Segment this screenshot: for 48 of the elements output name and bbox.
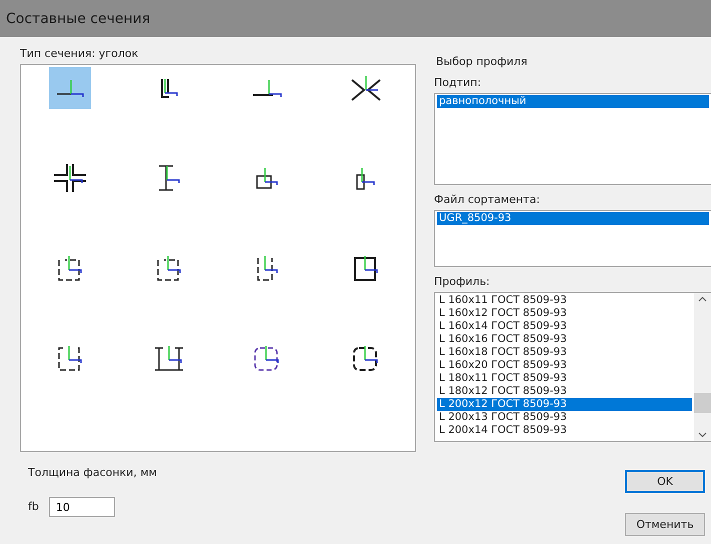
- section-tile[interactable]: [49, 67, 92, 109]
- list-box[interactable]: [434, 292, 711, 442]
- section-shape-icon: [356, 166, 376, 190]
- list-item[interactable]: L 160x18 ГОСТ 8509-93: [437, 346, 692, 359]
- list-box[interactable]: UGR_8509-93: [434, 210, 711, 267]
- window-title: Составные сечения: [6, 10, 150, 26]
- section-shape-icon: [350, 75, 381, 101]
- list-item[interactable]: L 160x16 ГОСТ 8509-93: [437, 333, 692, 346]
- section-shape-icon: [254, 345, 280, 371]
- profile-label: Профиль:: [434, 275, 491, 288]
- thickness-field[interactable]: 10: [48, 497, 115, 517]
- ok-button[interactable]: OK: [625, 470, 705, 493]
- list-item[interactable]: L 200x13 ГОСТ 8509-93: [437, 411, 692, 424]
- list-item[interactable]: L 160x14 ГОСТ 8509-93: [437, 320, 692, 333]
- list-item[interactable]: L 200x14 ГОСТ 8509-93: [437, 424, 692, 437]
- list-item[interactable]: L 180x11 ГОСТ 8509-93: [437, 372, 692, 385]
- scroll-thumb[interactable]: [694, 393, 711, 413]
- scroll-up-icon[interactable]: [698, 296, 707, 302]
- section-shape-icon: [154, 345, 184, 371]
- section-shape-icon: [58, 345, 82, 371]
- scroll-down-icon[interactable]: [698, 432, 707, 438]
- section-shape-icon: [158, 165, 180, 191]
- file-label: Файл сортамента:: [434, 193, 541, 206]
- section-shape-icon: [56, 78, 84, 98]
- list-item[interactable]: UGR_8509-93: [437, 212, 709, 225]
- section-shape-icon: [53, 163, 88, 193]
- section-shape-icon: [256, 167, 278, 189]
- group-title: Выбор профиля: [436, 55, 528, 68]
- section-shape-icon: [256, 255, 278, 281]
- section-type-label: Тип сечения: уголок: [20, 47, 140, 60]
- subtype-label: Подтип:: [434, 76, 482, 89]
- field-label: fb: [28, 500, 39, 512]
- section-shape-icon: [156, 255, 181, 281]
- list-item[interactable]: равнополочный: [437, 95, 709, 108]
- gusset-label: Толщина фасонки, мм: [28, 466, 157, 479]
- scroll-bar[interactable]: [694, 293, 711, 441]
- list-item[interactable]: L 180x12 ГОСТ 8509-93: [437, 385, 692, 398]
- section-shape-icon: [160, 78, 178, 98]
- section-shape-icon: [58, 255, 82, 281]
- list-item[interactable]: L 160x20 ГОСТ 8509-93: [437, 359, 692, 372]
- section-shape-icon: [252, 78, 282, 98]
- list-item[interactable]: L 160x12 ГОСТ 8509-93: [437, 307, 692, 320]
- list-box[interactable]: равнополочный: [434, 93, 711, 185]
- cancel-button[interactable]: Отменить: [625, 513, 705, 536]
- list-item[interactable]: L 200x12 ГОСТ 8509-93: [437, 398, 692, 411]
- list-item[interactable]: L 160x11 ГОСТ 8509-93: [437, 294, 692, 307]
- section-shape-icon: [352, 345, 379, 371]
- section-shape-icon: [354, 255, 378, 281]
